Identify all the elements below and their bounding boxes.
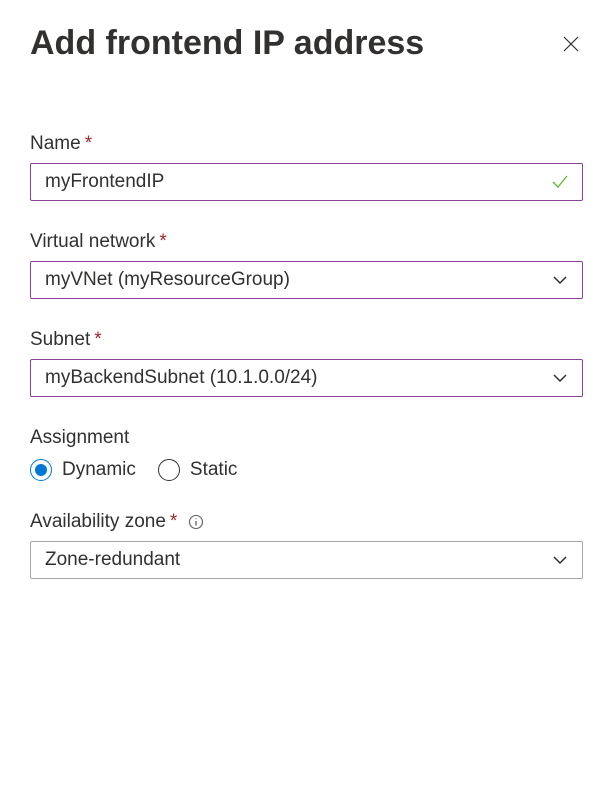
- field-label-row: Subnet *: [30, 329, 583, 351]
- field-availability-zone: Availability zone * Zone-redundant: [30, 511, 583, 579]
- name-input[interactable]: [30, 163, 583, 201]
- subnet-value: myBackendSubnet (10.1.0.0/24): [45, 367, 318, 389]
- radio-dynamic[interactable]: Dynamic: [30, 459, 136, 481]
- vnet-select[interactable]: myVNet (myResourceGroup): [30, 261, 583, 299]
- field-name: Name *: [30, 133, 583, 201]
- field-label-row: Name *: [30, 133, 583, 155]
- check-icon: [549, 171, 571, 193]
- field-assignment: Assignment Dynamic Static: [30, 427, 583, 481]
- zone-select[interactable]: Zone-redundant: [30, 541, 583, 579]
- zone-label: Availability zone: [30, 511, 166, 533]
- radio-static-label: Static: [190, 459, 238, 481]
- required-indicator: *: [159, 231, 166, 253]
- panel-header: Add frontend IP address: [30, 24, 583, 63]
- required-indicator: *: [85, 133, 92, 155]
- required-indicator: *: [94, 329, 101, 351]
- assignment-radio-group: Dynamic Static: [30, 459, 583, 481]
- vnet-select-wrapper: myVNet (myResourceGroup): [30, 261, 583, 299]
- subnet-label: Subnet: [30, 329, 90, 351]
- subnet-select[interactable]: myBackendSubnet (10.1.0.0/24): [30, 359, 583, 397]
- radio-dynamic-label: Dynamic: [62, 459, 136, 481]
- info-icon[interactable]: [187, 513, 205, 531]
- required-indicator: *: [170, 511, 177, 533]
- field-label-row: Virtual network *: [30, 231, 583, 253]
- vnet-value: myVNet (myResourceGroup): [45, 269, 290, 291]
- field-subnet: Subnet * myBackendSubnet (10.1.0.0/24): [30, 329, 583, 397]
- close-button[interactable]: [559, 32, 583, 56]
- field-virtual-network: Virtual network * myVNet (myResourceGrou…: [30, 231, 583, 299]
- radio-circle: [158, 459, 180, 481]
- radio-dot: [35, 464, 47, 476]
- close-icon: [561, 34, 581, 54]
- radio-circle: [30, 459, 52, 481]
- subnet-select-wrapper: myBackendSubnet (10.1.0.0/24): [30, 359, 583, 397]
- assignment-label: Assignment: [30, 427, 583, 449]
- name-input-wrapper: [30, 163, 583, 201]
- vnet-label: Virtual network: [30, 231, 155, 253]
- name-label: Name: [30, 133, 81, 155]
- radio-static[interactable]: Static: [158, 459, 238, 481]
- page-title: Add frontend IP address: [30, 24, 424, 63]
- zone-value: Zone-redundant: [45, 549, 180, 571]
- zone-select-wrapper: Zone-redundant: [30, 541, 583, 579]
- field-label-row: Availability zone *: [30, 511, 583, 533]
